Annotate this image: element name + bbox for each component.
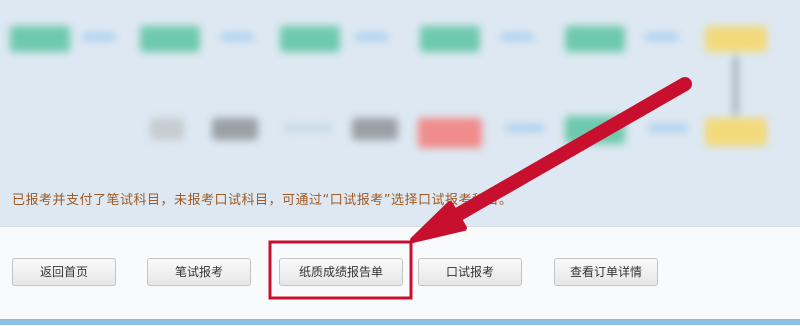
flow-connector <box>220 34 254 40</box>
flow-step-box <box>565 26 625 52</box>
bottom-tab-strip <box>0 319 800 325</box>
flow-step-box <box>10 26 70 52</box>
oral-exam-button[interactable]: 口试报考 <box>418 258 522 286</box>
flow-step-box <box>150 118 184 140</box>
flow-connector <box>500 34 534 40</box>
flow-connector <box>355 34 389 40</box>
flow-step-box <box>140 26 200 52</box>
paper-score-report-button[interactable]: 纸质成绩报告单 <box>279 258 403 286</box>
flow-step-box <box>420 26 480 52</box>
flow-connector <box>82 34 116 40</box>
flow-step-box <box>705 26 767 52</box>
written-exam-button[interactable]: 笔试报考 <box>147 258 251 286</box>
flow-connector <box>733 56 738 116</box>
flow-connector <box>283 125 333 131</box>
flow-step-box <box>418 118 482 148</box>
order-details-button[interactable]: 查看订单详情 <box>554 258 658 286</box>
flow-step-box <box>705 118 767 146</box>
flow-connector <box>505 125 545 131</box>
flow-step-box <box>352 118 398 140</box>
flow-connector <box>645 34 679 40</box>
flow-step-box <box>212 118 258 140</box>
registration-notice: 已报考并支付了笔试科目，未报考口试科目，可通过“口试报考”选择口试报考科目。 <box>12 193 513 208</box>
home-button[interactable]: 返回首页 <box>12 258 116 286</box>
flow-connector <box>648 125 688 131</box>
action-bar: 返回首页 笔试报考 纸质成绩报告单 口试报考 查看订单详情 <box>0 226 800 326</box>
flow-step-box <box>280 26 340 52</box>
blurred-flow-chart <box>0 0 800 172</box>
flow-step-box <box>565 116 625 144</box>
